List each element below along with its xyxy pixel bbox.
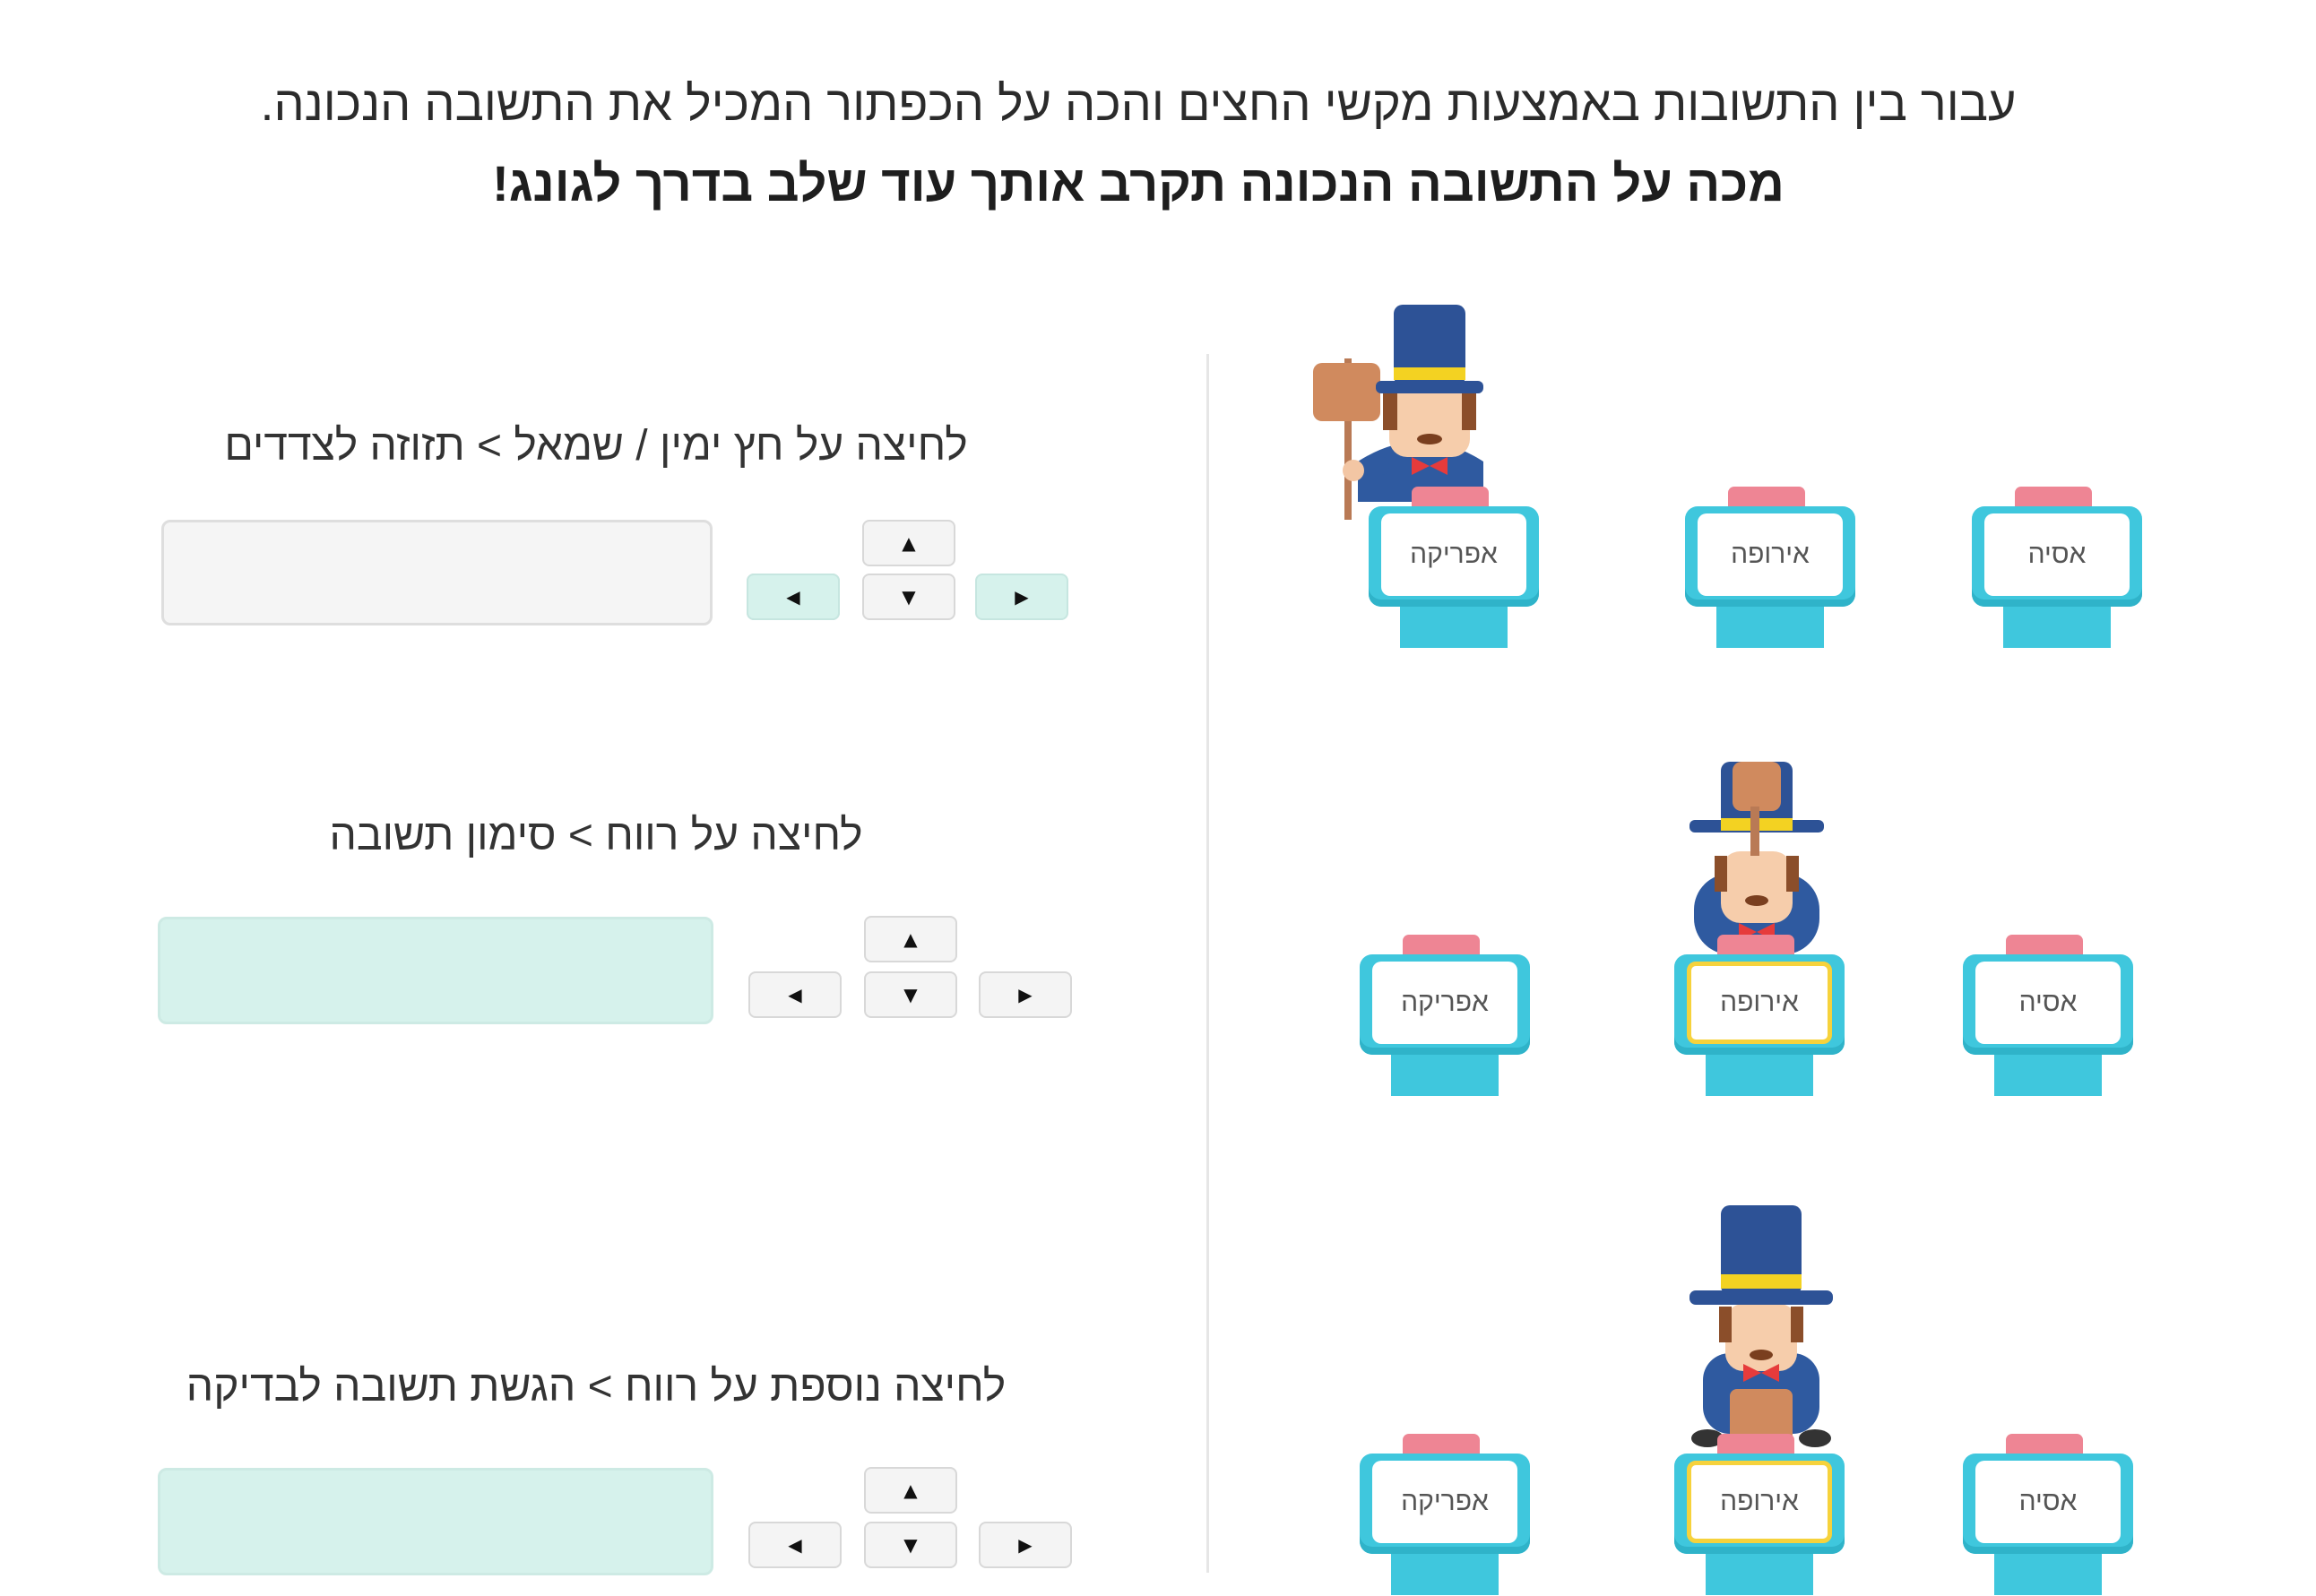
- key-right: ▶: [979, 1522, 1072, 1568]
- key-down: ▼: [864, 971, 957, 1018]
- auctioneer-character-icon: [1689, 762, 1824, 954]
- key-up: ▲: [862, 520, 955, 566]
- answer-button-africa[interactable]: אפריקה: [1360, 935, 1530, 1096]
- key-left: ◀: [748, 1522, 842, 1568]
- instruction-space-select: לחיצה על רווח > סימון תשובה: [329, 812, 863, 859]
- answer-box-highlighted: [158, 1468, 713, 1575]
- key-right: ▶: [979, 971, 1072, 1018]
- key-down: ▼: [862, 574, 955, 620]
- answer-button-asia[interactable]: אסיה: [1963, 1434, 2133, 1595]
- key-up: ▲: [864, 1467, 957, 1514]
- instruction-arrows: לחיצה על חץ ימין / שמאל > תזוזה לצדדים: [224, 422, 968, 470]
- answer-button-asia[interactable]: אסיה: [1972, 487, 2142, 648]
- answer-button-africa[interactable]: אפריקה: [1369, 487, 1539, 648]
- key-left: ◀: [748, 971, 842, 1018]
- key-right: ▶: [975, 574, 1068, 620]
- answer-button-africa[interactable]: אפריקה: [1360, 1434, 1530, 1595]
- answer-button-europe[interactable]: אירופה: [1685, 487, 1855, 648]
- answer-box-highlighted: [158, 917, 713, 1024]
- instruction-subheader: מכה על התשובה הנכונה תקרב אותך עוד שלב ב…: [492, 155, 1785, 211]
- instruction-header: עבור בין התשובות באמצעות מקשי החצים והכה…: [260, 77, 2017, 131]
- answer-button-europe-selected[interactable]: אירופה: [1674, 935, 1845, 1096]
- key-down: ▼: [864, 1522, 957, 1568]
- answer-box: [161, 520, 713, 625]
- answer-button-europe-selected[interactable]: אירופה: [1674, 1434, 1845, 1595]
- key-left-highlighted: ◀: [747, 574, 840, 620]
- key-up: ▲: [864, 916, 957, 962]
- instruction-space-submit: לחיצה נוספת על רווח > הגשת תשובה לבדיקה: [186, 1363, 1007, 1411]
- auctioneer-character-icon: [1689, 1205, 1833, 1452]
- answer-button-asia[interactable]: אסיה: [1963, 935, 2133, 1096]
- divider: [1206, 354, 1209, 1573]
